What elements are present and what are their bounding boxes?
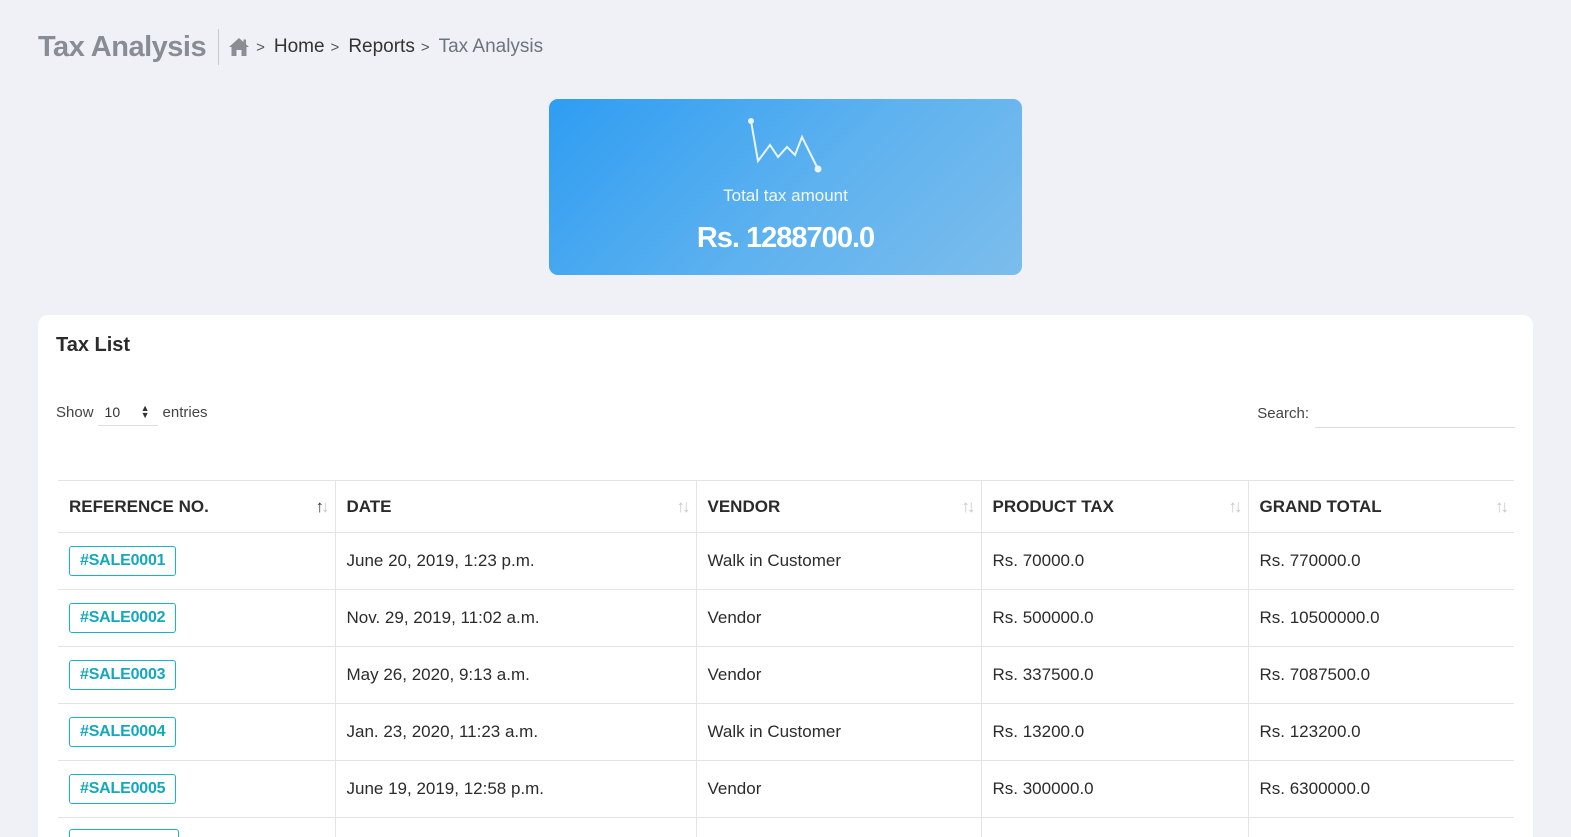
total-cell bbox=[1248, 817, 1514, 837]
tax-cell: Rs. 70000.0 bbox=[981, 532, 1249, 590]
line-chart-icon bbox=[745, 115, 827, 182]
table-header-row: REFERENCE NO. ↑↓ DATE ↑↓ VENDOR ↑↓ PRODU… bbox=[58, 480, 1514, 533]
column-header-vendor[interactable]: VENDOR ↑↓ bbox=[696, 480, 982, 533]
reference-badge[interactable]: #SALE0005 bbox=[69, 774, 177, 804]
vendor-cell bbox=[696, 817, 982, 837]
date-cell: June 19, 2019, 12:58 p.m. bbox=[335, 760, 697, 818]
search-label: Search: bbox=[1257, 404, 1309, 422]
panel-title: Tax List bbox=[56, 334, 131, 356]
stat-label: Total tax amount bbox=[723, 186, 848, 205]
tax-cell bbox=[981, 817, 1249, 837]
table-row: #SALE0001 June 20, 2019, 1:23 p.m. Walk … bbox=[58, 532, 1514, 590]
column-header-reference[interactable]: REFERENCE NO. ↑↓ bbox=[58, 480, 336, 533]
total-cell: Rs. 10500000.0 bbox=[1248, 589, 1514, 647]
breadcrumb-home[interactable]: Home bbox=[274, 36, 325, 58]
table-row: #SALE0004 Jan. 23, 2020, 11:23 a.m. Walk… bbox=[58, 703, 1514, 761]
total-cell: Rs. 770000.0 bbox=[1248, 532, 1514, 590]
reference-badge[interactable]: #SALE0002 bbox=[69, 603, 177, 633]
reference-badge[interactable]: #SALE0001 bbox=[69, 546, 177, 576]
show-label: Show bbox=[56, 403, 94, 421]
sort-caret-icon: ▲ ▼ bbox=[140, 402, 150, 420]
entries-select[interactable]: 10 ▲ ▼ bbox=[97, 398, 158, 426]
vendor-cell: Vendor bbox=[696, 646, 982, 704]
tax-table: REFERENCE NO. ↑↓ DATE ↑↓ VENDOR ↑↓ PRODU… bbox=[58, 480, 1514, 837]
breadcrumb-current: Tax Analysis bbox=[438, 36, 544, 57]
total-cell: Rs. 123200.0 bbox=[1248, 703, 1514, 761]
search-control: Search: bbox=[1257, 398, 1515, 428]
stat-value: Rs. 1288700.0 bbox=[696, 222, 875, 254]
column-header-grand-total[interactable]: GRAND TOTAL ↑↓ bbox=[1248, 480, 1514, 533]
tax-cell: Rs. 500000.0 bbox=[981, 589, 1249, 647]
date-cell bbox=[335, 817, 697, 837]
table-row: #SALE0005 June 19, 2019, 12:58 p.m. Vend… bbox=[58, 760, 1514, 818]
breadcrumb-reports[interactable]: Reports bbox=[348, 36, 415, 58]
date-cell: Jan. 23, 2020, 11:23 a.m. bbox=[335, 703, 697, 761]
tax-cell: Rs. 300000.0 bbox=[981, 760, 1249, 818]
sort-icon: ↑↓ bbox=[1495, 497, 1509, 516]
sort-icon: ↑↓ bbox=[1228, 497, 1243, 516]
breadcrumb-separator: > bbox=[330, 38, 340, 56]
entries-length-control: Show 10 ▲ ▼ entries bbox=[56, 398, 208, 426]
breadcrumb-separator: > bbox=[256, 38, 265, 56]
breadcrumb-separator: > bbox=[420, 38, 430, 56]
vendor-cell: Walk in Customer bbox=[696, 703, 982, 761]
breadcrumb: > Home > Reports > Tax Analysis bbox=[228, 36, 543, 58]
page-header: Tax Analysis > Home > Reports > Tax Anal… bbox=[38, 28, 543, 66]
column-header-date[interactable]: DATE ↑↓ bbox=[335, 480, 697, 533]
date-cell: Nov. 29, 2019, 11:02 a.m. bbox=[335, 589, 697, 647]
page-title: Tax Analysis bbox=[38, 29, 220, 65]
reference-badge[interactable]: #SALE0004 bbox=[69, 717, 177, 747]
date-cell: June 20, 2019, 1:23 p.m. bbox=[335, 532, 697, 590]
column-header-product-tax[interactable]: PRODUCT TAX ↑↓ bbox=[981, 480, 1249, 533]
sort-icon: ↑↓ bbox=[676, 497, 691, 516]
search-input[interactable] bbox=[1315, 398, 1515, 428]
total-cell: Rs. 7087500.0 bbox=[1248, 646, 1514, 704]
table-row bbox=[58, 817, 1514, 837]
vendor-cell: Vendor bbox=[696, 589, 982, 647]
entries-label: entries bbox=[162, 403, 208, 421]
tax-list-panel: Tax List Show 10 ▲ ▼ entries Search: REFE… bbox=[38, 315, 1533, 837]
table-row: #SALE0003 May 26, 2020, 9:13 a.m. Vendor… bbox=[58, 646, 1514, 704]
reference-badge[interactable]: #SALE0003 bbox=[69, 660, 177, 690]
entries-value: 10 bbox=[104, 403, 121, 420]
tax-cell: Rs. 337500.0 bbox=[981, 646, 1249, 704]
table-row: #SALE0002 Nov. 29, 2019, 11:02 a.m. Vend… bbox=[58, 589, 1514, 647]
tax-cell: Rs. 13200.0 bbox=[981, 703, 1249, 761]
sort-icon: ↑↓ bbox=[315, 497, 330, 516]
total-cell: Rs. 6300000.0 bbox=[1248, 760, 1514, 818]
vendor-cell: Vendor bbox=[696, 760, 982, 818]
date-cell: May 26, 2020, 9:13 a.m. bbox=[335, 646, 697, 704]
home-icon[interactable] bbox=[228, 37, 250, 57]
vendor-cell: Walk in Customer bbox=[696, 532, 982, 590]
sort-icon: ↑↓ bbox=[961, 497, 976, 516]
reference-badge[interactable] bbox=[69, 828, 179, 837]
